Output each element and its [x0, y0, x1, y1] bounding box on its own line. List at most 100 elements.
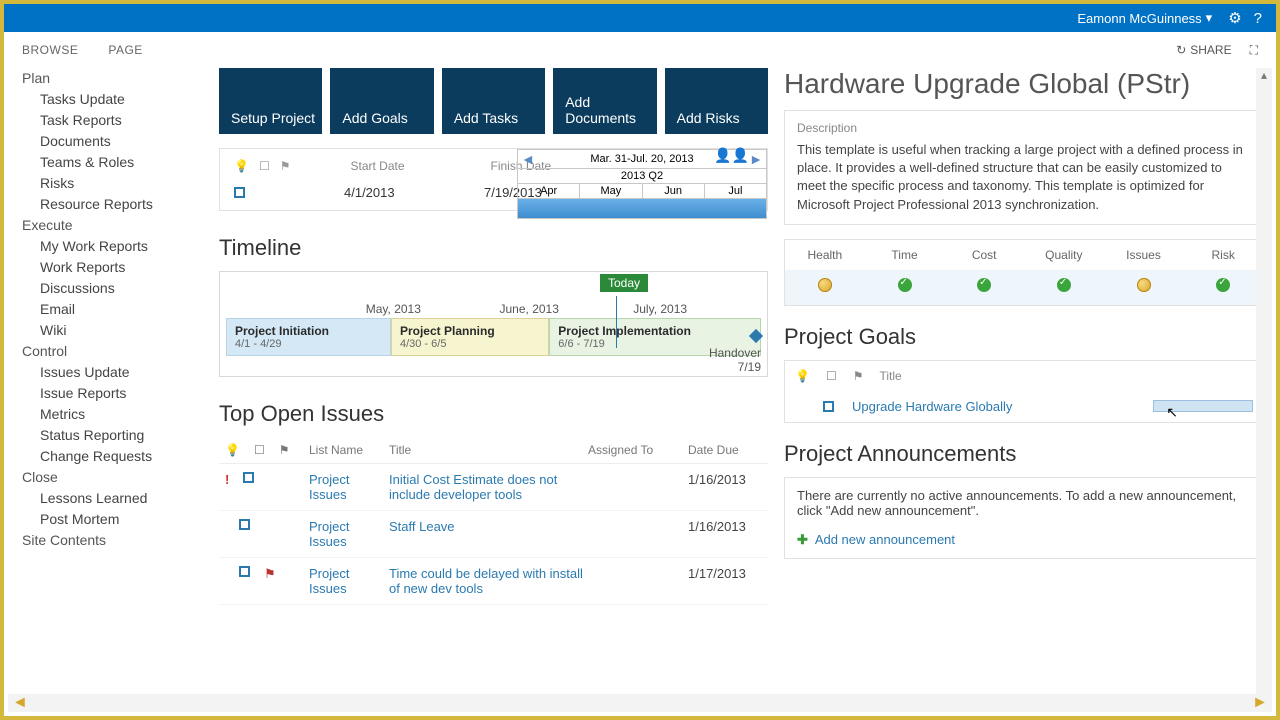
nav-group[interactable]: Site Contents: [22, 532, 219, 548]
nav-item[interactable]: Task Reports: [40, 112, 219, 128]
user-menu[interactable]: Eamonn McGuinness ▾: [1077, 10, 1212, 26]
today-line: [616, 296, 617, 348]
kpi-indicator: [944, 278, 1024, 297]
gantt-month: Apr: [518, 184, 579, 198]
timeline-title: Timeline: [219, 235, 768, 261]
nav-item[interactable]: Post Mortem: [40, 511, 219, 527]
issue-title-link[interactable]: Initial Cost Estimate does not include d…: [389, 472, 588, 502]
issue-title-link[interactable]: Time could be delayed with install of ne…: [389, 566, 588, 596]
nav-item[interactable]: Email: [40, 301, 219, 317]
kpi-head: Quality: [1024, 248, 1104, 262]
nav-group[interactable]: Close: [22, 469, 219, 485]
vertical-scrollbar[interactable]: ▴: [1256, 68, 1272, 694]
chevron-down-icon: ▾: [1206, 10, 1213, 26]
issue-list-link[interactable]: Project Issues: [309, 519, 389, 549]
nav-item[interactable]: Discussions: [40, 280, 219, 296]
tile[interactable]: Add Risks: [665, 68, 768, 134]
timeline-phase[interactable]: Project Planning4/30 - 6/5: [391, 318, 549, 356]
nav-item[interactable]: Resource Reports: [40, 196, 219, 212]
issue-due: 1/16/2013: [688, 472, 768, 502]
nav-group[interactable]: Plan: [22, 70, 219, 86]
gantt-month: May: [579, 184, 641, 198]
issue-row: ! Project Issues Initial Cost Estimate d…: [219, 464, 768, 511]
tile-row: Setup Project Add GoalsAdd TasksAdd Docum…: [219, 68, 768, 134]
nav-item[interactable]: Status Reporting: [40, 427, 219, 443]
issue-list-link[interactable]: Project Issues: [309, 472, 389, 502]
nav-item[interactable]: Teams & Roles: [40, 154, 219, 170]
flag-icon: ⚑: [264, 566, 276, 582]
tab-page[interactable]: PAGE: [108, 43, 142, 57]
add-announcement-link[interactable]: ✚ Add new announcement: [797, 532, 1251, 548]
gantt-bar: [517, 199, 767, 219]
lightbulb-icon: 💡: [795, 369, 810, 383]
focus-icon[interactable]: ⛶: [1250, 43, 1258, 58]
tab-browse[interactable]: BROWSE: [22, 43, 78, 57]
sub-ribbon: BROWSE PAGE ↻ SHARE ⛶: [4, 32, 1276, 68]
issue-due: 1/16/2013: [688, 519, 768, 549]
nav-item[interactable]: Documents: [40, 133, 219, 149]
issue-assigned: [588, 566, 688, 596]
kpi-panel: HealthTimeCostQualityIssuesRisk: [784, 239, 1264, 306]
tile[interactable]: Add Documents: [553, 68, 656, 134]
lightbulb-icon: 💡: [225, 443, 240, 457]
status-green-icon: [898, 278, 912, 292]
handover-date: 7/19: [738, 360, 761, 374]
nav-item[interactable]: Issue Reports: [40, 385, 219, 401]
scroll-up-icon[interactable]: ▴: [1256, 68, 1272, 82]
share-button[interactable]: ↻ SHARE: [1176, 43, 1231, 57]
nav-group[interactable]: Execute: [22, 217, 219, 233]
tile[interactable]: Setup Project: [219, 68, 322, 134]
nav-item[interactable]: Risks: [40, 175, 219, 191]
nav-item[interactable]: My Work Reports: [40, 238, 219, 254]
gear-icon[interactable]: ⚙: [1228, 9, 1241, 27]
item-marker-icon: [239, 566, 250, 577]
goals-panel: 💡 ☐ ⚑ Title Upgrade Hardware Globally: [784, 360, 1264, 423]
issue-row: ⚑ Project Issues Time could be delayed w…: [219, 558, 768, 605]
nav-item[interactable]: Issues Update: [40, 364, 219, 380]
nav-item[interactable]: Metrics: [40, 406, 219, 422]
announcements-title: Project Announcements: [784, 441, 1264, 467]
kpi-head: Health: [785, 248, 865, 262]
goals-title: Project Goals: [784, 324, 1264, 350]
gantt-quarter: 2013 Q2: [517, 169, 767, 184]
goal-link[interactable]: Upgrade Hardware Globally: [852, 399, 1135, 414]
issue-title-link[interactable]: Staff Leave: [389, 519, 588, 549]
nav-item[interactable]: Lessons Learned: [40, 490, 219, 506]
ribbon: Eamonn McGuinness ▾ ⚙ ?: [4, 4, 1276, 32]
issue-list-link[interactable]: Project Issues: [309, 566, 389, 596]
project-marker-icon: [234, 187, 245, 198]
gantt-next[interactable]: ►: [749, 151, 763, 167]
gantt-month: Jul: [704, 184, 766, 198]
horizontal-scrollbar[interactable]: ◄ ►: [8, 694, 1272, 712]
handover-milestone: Handover 7/19: [709, 331, 761, 374]
timeline-phase[interactable]: Project Initiation4/1 - 4/29: [226, 318, 391, 356]
project-title: Hardware Upgrade Global (PStr): [784, 68, 1264, 100]
gantt-prev[interactable]: ◄: [521, 151, 535, 167]
checkbox-icon: ☐: [826, 369, 837, 383]
share-label: SHARE: [1190, 43, 1231, 57]
col-due: Date Due: [688, 443, 768, 457]
milestone-icon: [749, 329, 763, 343]
mini-gantt: ◄ Mar. 31-Jul. 20, 2013 👤👤 ► 2013 Q2 Apr…: [517, 149, 767, 219]
tile[interactable]: Add Goals: [330, 68, 433, 134]
nav-item[interactable]: Wiki: [40, 322, 219, 338]
status-green-icon: [977, 278, 991, 292]
status-amber-icon: [818, 278, 832, 292]
goal-progress-bar: [1153, 400, 1253, 412]
help-icon[interactable]: ?: [1254, 10, 1262, 27]
tile[interactable]: Add Tasks: [442, 68, 545, 134]
flag-icon: ⚑: [853, 369, 864, 383]
scroll-left-icon[interactable]: ◄: [12, 694, 28, 712]
scroll-right-icon[interactable]: ►: [1252, 694, 1268, 712]
flag-icon: ⚑: [279, 443, 290, 457]
goal-row: Upgrade Hardware Globally: [785, 391, 1263, 422]
nav-group[interactable]: Control: [22, 343, 219, 359]
tile-label: Setup Project: [231, 110, 315, 126]
nav-item[interactable]: Work Reports: [40, 259, 219, 275]
nav-item[interactable]: Tasks Update: [40, 91, 219, 107]
gantt-month: Jun: [642, 184, 704, 198]
sidebar: Plan Tasks Update Task Reports Documents Tea…: [4, 68, 219, 696]
nav-item[interactable]: Change Requests: [40, 448, 219, 464]
issues-header: 💡 ☐ ⚑ List Name Title Assigned To Date D…: [219, 437, 768, 464]
person-icon-2: 👤: [732, 147, 749, 163]
